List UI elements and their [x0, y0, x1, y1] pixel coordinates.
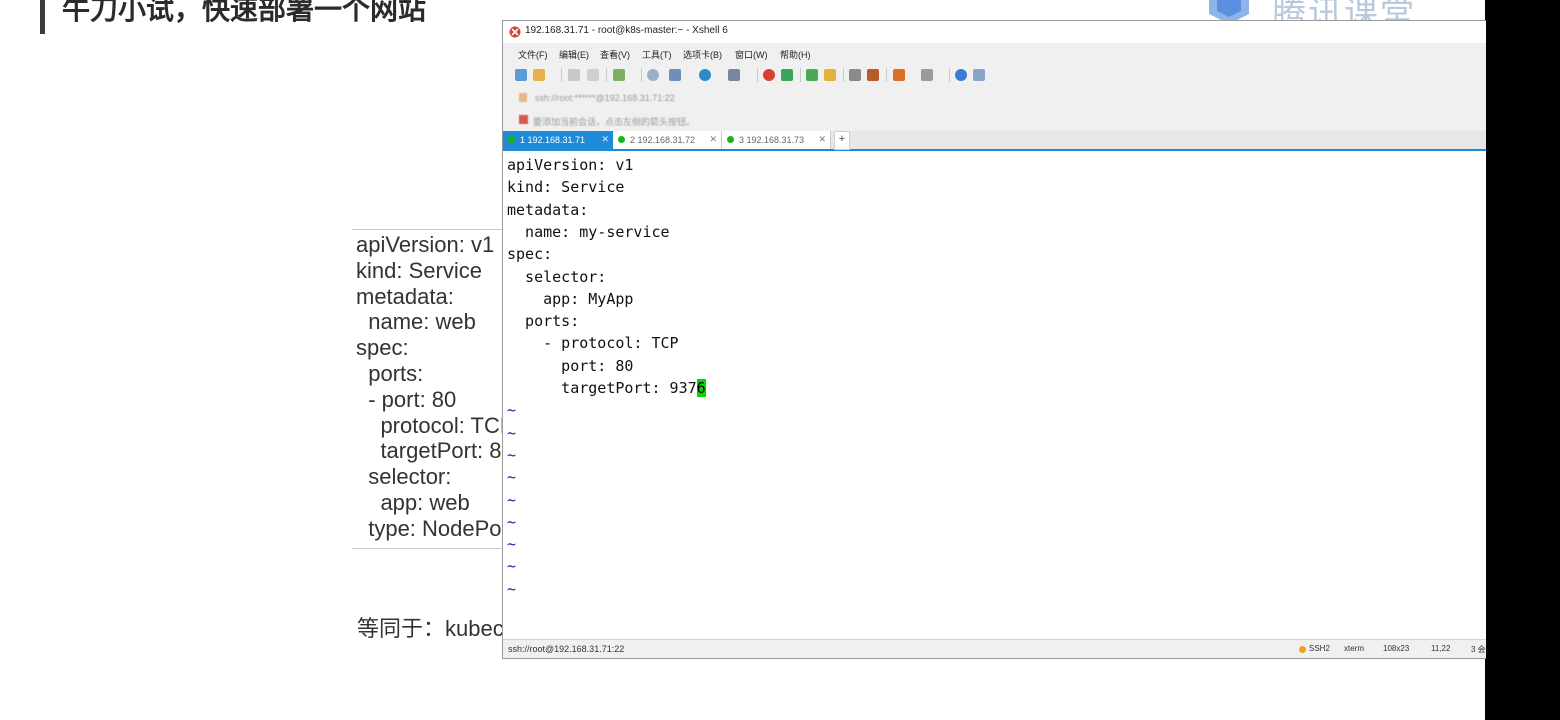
- menu-bar: 文件(F) 编辑(E) 查看(V) 工具(T) 选项卡(B) 窗口(W) 帮助(…: [503, 43, 1486, 63]
- yaml-line: ports:: [356, 361, 424, 386]
- close-icon[interactable]: ✕: [709, 134, 717, 145]
- yaml-line: name: web: [356, 309, 476, 335]
- menu-view[interactable]: 查看(V): [600, 48, 630, 61]
- address-lock-icon: [519, 93, 527, 102]
- yaml-line: kind: Service: [356, 257, 482, 283]
- tab-session-1[interactable]: 1 192.168.31.71 ✕: [503, 131, 613, 149]
- status-bar: ssh://root@192.168.31.71:22 SSH2 xterm 1…: [503, 639, 1486, 658]
- xshell-window[interactable]: 192.168.31.71 - root@k8s-master:~ - Xshe…: [502, 20, 1486, 659]
- terminal-line: - protocol: TCP: [507, 334, 679, 353]
- empty-line-tilde: ~: [507, 512, 517, 531]
- script-icon[interactable]: [867, 69, 879, 81]
- yaml-line: - port: 80: [356, 386, 457, 412]
- font-icon[interactable]: [728, 69, 740, 81]
- bookmark-icon: [519, 115, 528, 124]
- terminal-line-target-port: targetPort: 9376: [507, 379, 706, 397]
- reconnect-icon[interactable]: [568, 69, 580, 81]
- menu-tabs[interactable]: 选项卡(B): [683, 48, 722, 61]
- empty-line-tilde: ~: [507, 401, 517, 420]
- yaml-line: type: NodePort: [356, 515, 512, 541]
- record-icon[interactable]: [893, 69, 905, 81]
- session-hint-text: 要添加当前会话，点击左侧的箭头按钮。: [533, 117, 696, 127]
- yaml-line: targetPort: 80: [356, 438, 512, 464]
- address-text[interactable]: ssh://root:******@192.168.31.71:22: [535, 93, 675, 103]
- status-sessions: 3 会话: [1471, 645, 1486, 654]
- disconnect-icon[interactable]: [587, 69, 599, 81]
- session-tab-bar: 1 192.168.31.71 ✕ 2 192.168.31.72 ✕ 3 19…: [503, 131, 1486, 151]
- yaml-line: protocol: TCP: [356, 412, 512, 438]
- terminal-cursor: 6: [696, 379, 706, 397]
- empty-line-tilde: ~: [507, 557, 517, 576]
- terminal-line: selector:: [507, 267, 607, 286]
- terminal-area[interactable]: targetPort: 9376 apiVersion: v1 kind: Ser…: [503, 151, 1486, 639]
- session-hint-bar: 要添加当前会话，点击左侧的箭头按钮。: [503, 109, 1486, 131]
- empty-line-tilde: ~: [507, 445, 517, 464]
- status-cursor-position: 11,22: [1431, 644, 1451, 653]
- open-folder-icon[interactable]: [533, 69, 545, 81]
- terminal-line: ports:: [507, 312, 580, 331]
- xshell-app-icon: [509, 26, 521, 38]
- toolbar: [503, 64, 1486, 86]
- xmanager-icon[interactable]: [781, 69, 793, 81]
- chat-icon[interactable]: [973, 69, 985, 81]
- service-yaml-example: apiVersion: v1 kind: Service metadata: nam…: [352, 229, 512, 549]
- connected-icon: [618, 136, 625, 143]
- status-protocol: SSH2: [1309, 644, 1330, 653]
- tab-session-2[interactable]: 2 192.168.31.72 ✕: [613, 131, 722, 149]
- connected-icon: [727, 136, 734, 143]
- layout-icon[interactable]: [921, 69, 933, 81]
- terminal-line: kind: Service: [507, 178, 625, 197]
- status-terminal: xterm: [1344, 644, 1364, 653]
- add-tab-button[interactable]: +: [834, 131, 850, 150]
- globe-icon[interactable]: [699, 69, 711, 81]
- empty-line-tilde: ~: [507, 468, 517, 487]
- equivalent-command-text: 等同于：kubectl: [357, 616, 515, 641]
- find-icon[interactable]: [647, 69, 659, 81]
- terminal-line: name: my-service: [507, 222, 670, 241]
- screen-black-edge: [1485, 0, 1560, 720]
- terminal-line: port: 80: [507, 356, 634, 375]
- keyboard-icon[interactable]: [849, 69, 861, 81]
- xftp-icon[interactable]: [763, 69, 775, 81]
- close-icon[interactable]: ✕: [601, 134, 609, 145]
- empty-line-tilde: ~: [507, 579, 517, 598]
- yaml-line: selector:: [356, 464, 452, 490]
- terminal-line: spec:: [507, 245, 553, 264]
- terminal-line: metadata:: [507, 200, 589, 219]
- tab-session-3[interactable]: 3 192.168.31.73 ✕: [722, 131, 831, 149]
- yaml-line: metadata:: [356, 283, 454, 309]
- address-bar[interactable]: ssh://root:******@192.168.31.71:22: [503, 87, 1486, 109]
- yaml-line: apiVersion: v1: [356, 232, 495, 257]
- yaml-line: app: web: [356, 490, 470, 515]
- fullscreen-icon[interactable]: [806, 69, 818, 81]
- title-accent-bar: [40, 0, 45, 34]
- yaml-line: spec:: [356, 335, 409, 361]
- menu-tools[interactable]: 工具(T): [642, 48, 672, 61]
- empty-line-tilde: ~: [507, 535, 517, 554]
- window-title: 192.168.31.71 - root@k8s-master:~ - Xshe…: [525, 25, 728, 36]
- empty-line-tilde: ~: [507, 490, 517, 509]
- compose-icon[interactable]: [669, 69, 681, 81]
- empty-line-tilde: ~: [507, 423, 517, 442]
- help-icon[interactable]: [955, 69, 967, 81]
- menu-help[interactable]: 帮助(H): [780, 48, 811, 61]
- status-size: 108x23: [1383, 644, 1410, 653]
- properties-icon[interactable]: [613, 69, 625, 81]
- connected-icon: [508, 136, 515, 143]
- ssh-status-icon: [1299, 646, 1306, 653]
- terminal-line: app: MyApp: [507, 289, 634, 308]
- lock-icon[interactable]: [824, 69, 836, 81]
- slide-title: 牛刀小试，快速部署一个网站: [62, 0, 427, 25]
- window-title-bar[interactable]: 192.168.31.71 - root@k8s-master:~ - Xshe…: [503, 21, 1486, 43]
- status-connection: ssh://root@192.168.31.71:22: [508, 644, 625, 654]
- menu-edit[interactable]: 编辑(E): [559, 48, 589, 61]
- close-icon[interactable]: ✕: [818, 134, 826, 145]
- menu-file[interactable]: 文件(F): [518, 48, 548, 61]
- menu-window[interactable]: 窗口(W): [735, 48, 768, 61]
- new-session-icon[interactable]: [515, 69, 527, 81]
- terminal-line: apiVersion: v1: [507, 156, 634, 174]
